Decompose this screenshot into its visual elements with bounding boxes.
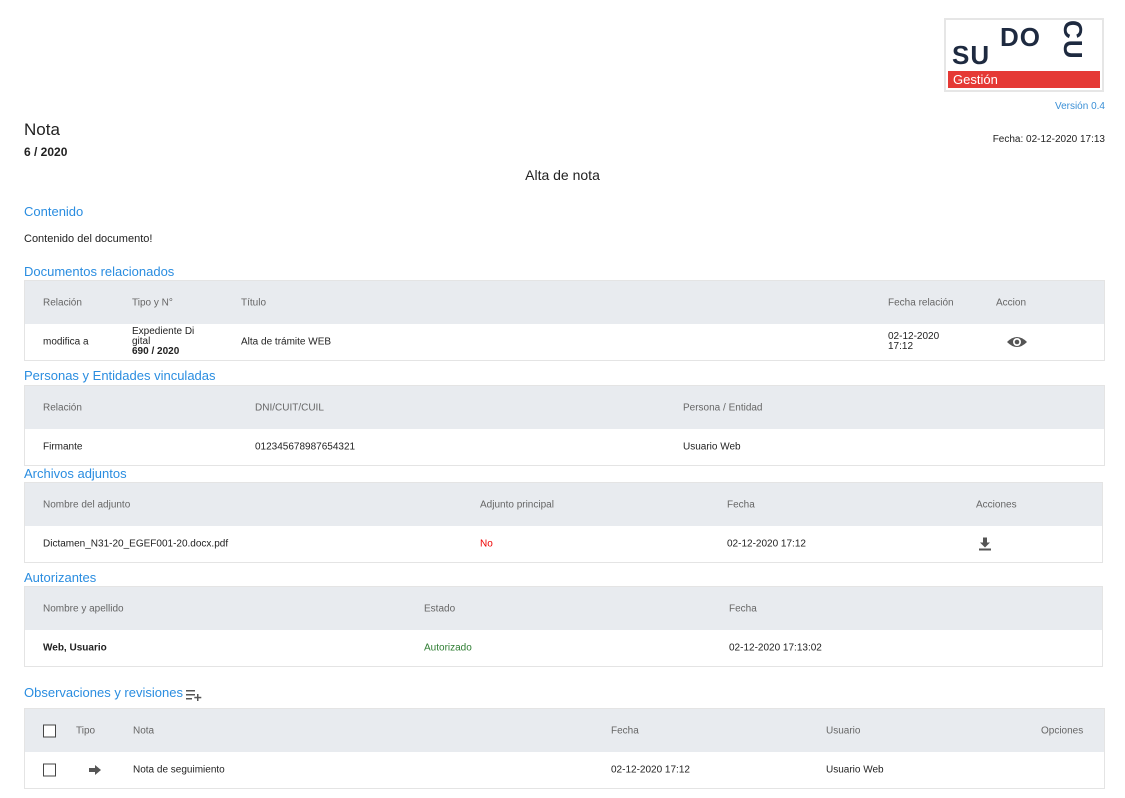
- relation-date-cell: 02-12-2020 17:12: [888, 332, 939, 352]
- column-header: Accion: [996, 297, 1027, 308]
- date-line-2: 17:12: [888, 341, 914, 352]
- type-cell: Expediente Di gital 690 / 2020: [132, 327, 194, 357]
- table-header: Tipo Nota Fecha Usuario Opciones: [25, 709, 1104, 752]
- note-date-cell: 02-12-2020 17:12: [611, 764, 690, 776]
- document-number: 6 / 2020: [24, 145, 68, 159]
- authorizers-table: Nombre y apellido Estado Fecha Web, Usua…: [24, 586, 1103, 667]
- column-header: Persona / Entidad: [683, 402, 763, 413]
- document-date: Fecha: 02-12-2020 17:13: [992, 134, 1105, 145]
- id-cell: 012345678987654321: [255, 441, 356, 453]
- table-row: Firmante 012345678987654321 Usuario Web: [25, 429, 1104, 465]
- attachments-section-title: Archivos adjuntos: [24, 466, 127, 481]
- type-number: 690 / 2020: [132, 346, 180, 357]
- download-icon[interactable]: [979, 537, 991, 551]
- column-header: Acciones: [976, 499, 1017, 510]
- column-header: Título: [241, 297, 267, 308]
- column-header: DNI/CUIT/CUIL: [255, 402, 324, 413]
- table-row: Nota de seguimiento 02-12-2020 17:12 Usu…: [25, 752, 1104, 788]
- related-table: Relación Tipo y N° Título Fecha relación…: [24, 280, 1105, 361]
- table-header: Nombre y apellido Estado Fecha: [25, 587, 1102, 630]
- relation-cell: Firmante: [43, 441, 83, 453]
- status-badge: Autorizado: [424, 642, 472, 654]
- table-header: Nombre del adjunto Adjunto principal Fec…: [25, 483, 1102, 526]
- column-header: Usuario: [826, 725, 861, 736]
- logo-do: DO: [1000, 22, 1041, 52]
- table-row: Web, Usuario Autorizado 02-12-2020 17:13…: [25, 630, 1102, 666]
- authorizer-name-cell: Web, Usuario: [43, 642, 107, 654]
- related-section-title: Documentos relacionados: [24, 264, 175, 279]
- observations-section-title: Observaciones y revisiones: [24, 685, 183, 700]
- authorizer-date-cell: 02-12-2020 17:13:02: [729, 642, 822, 654]
- content-section-title: Contenido: [24, 204, 84, 219]
- column-header: Estado: [424, 603, 456, 614]
- playlist-add-icon[interactable]: [186, 689, 202, 701]
- column-header: Fecha: [729, 603, 757, 614]
- column-header: Nombre y apellido: [43, 603, 124, 614]
- eye-icon[interactable]: [1006, 335, 1028, 349]
- logo-su: SU: [952, 40, 991, 70]
- main-attachment-cell: No: [480, 538, 493, 550]
- table-row: Dictamen_N31-20_EGEF001-20.docx.pdf No 0…: [25, 526, 1102, 562]
- content-text: Contenido del documento!: [24, 233, 153, 245]
- column-header: Fecha: [727, 499, 755, 510]
- note-cell: Nota de seguimiento: [133, 764, 225, 776]
- document-type: Nota: [24, 120, 60, 139]
- column-header: Tipo y N°: [132, 297, 173, 308]
- arrow-right-icon: [89, 765, 101, 775]
- column-header: Nota: [133, 725, 155, 736]
- column-header: Fecha relación: [888, 297, 954, 308]
- column-header: Nombre del adjunto: [43, 499, 131, 510]
- row-checkbox[interactable]: [43, 763, 56, 777]
- select-all-checkbox[interactable]: [43, 724, 56, 737]
- logo-tagline: Gestión: [948, 71, 1100, 88]
- document-subject: Alta de nota: [525, 167, 600, 183]
- relation-cell: modifica a: [43, 336, 89, 348]
- column-header: Adjunto principal: [480, 499, 554, 510]
- sudocu-logo: SU DO CU Gestión: [944, 18, 1104, 92]
- column-header: Relación: [43, 297, 82, 308]
- table-header: Relación DNI/CUIT/CUIL Persona / Entidad: [25, 386, 1104, 429]
- note-user-cell: Usuario Web: [826, 764, 884, 776]
- attachments-table: Nombre del adjunto Adjunto principal Fec…: [24, 482, 1103, 563]
- table-row: modifica a Expediente Di gital 690 / 202…: [25, 324, 1104, 360]
- column-header: Relación: [43, 402, 82, 413]
- table-header: Relación Tipo y N° Título Fecha relación…: [25, 281, 1104, 324]
- authorizers-section-title: Autorizantes: [24, 570, 97, 585]
- column-header: Fecha: [611, 725, 639, 736]
- observations-table: Tipo Nota Fecha Usuario Opciones Nota de…: [24, 708, 1105, 789]
- version-label: Versión 0.4: [1054, 101, 1105, 112]
- entity-cell: Usuario Web: [683, 441, 741, 453]
- persons-table: Relación DNI/CUIT/CUIL Persona / Entidad…: [24, 385, 1105, 466]
- attachment-date-cell: 02-12-2020 17:12: [727, 538, 806, 550]
- persons-section-title: Personas y Entidades vinculadas: [24, 368, 216, 383]
- attachment-name-cell[interactable]: Dictamen_N31-20_EGEF001-20.docx.pdf: [43, 539, 228, 550]
- logo-cu: CU: [1058, 20, 1088, 60]
- column-header: Opciones: [1041, 725, 1084, 736]
- title-cell: Alta de trámite WEB: [241, 336, 332, 348]
- column-header: Tipo: [76, 725, 96, 736]
